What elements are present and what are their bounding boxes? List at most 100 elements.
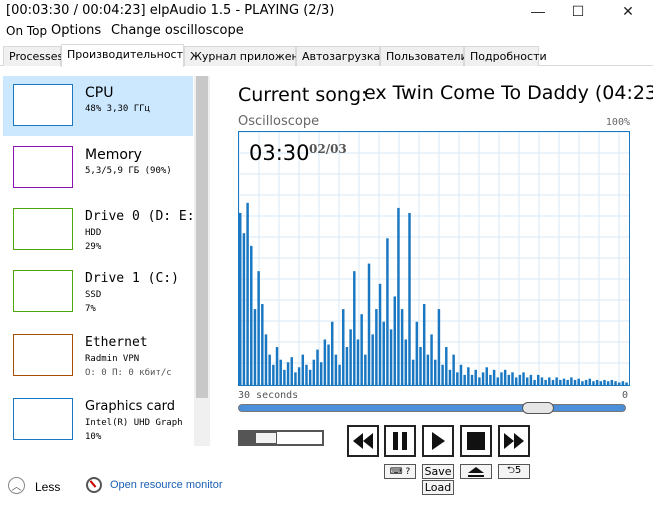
keyboard-icon: ⌨ ? <box>389 466 411 477</box>
seek-knob[interactable] <box>522 402 554 414</box>
spectrum-bar <box>522 372 525 385</box>
spectrum-bar <box>415 321 419 385</box>
title-bar: [00:03:30 / 00:04:23] elpAudio 1.5 - PLA… <box>0 0 653 22</box>
axis-left-label: 30 seconds <box>238 390 299 401</box>
spectrum-bar <box>426 354 430 385</box>
menu-bar: On Top Options Change oscilloscope <box>0 22 653 42</box>
spectrum-bar <box>253 309 257 385</box>
save-button[interactable]: Save <box>422 464 454 479</box>
spectrum-bar <box>294 372 297 385</box>
tab-performance[interactable]: Производительность <box>61 44 190 67</box>
spectrum-bar <box>305 364 308 385</box>
close-button[interactable]: ✕ <box>605 0 651 22</box>
spectrum-bar <box>411 359 415 385</box>
spectrum-bar <box>548 377 551 385</box>
spectrum-bar <box>525 377 529 385</box>
seek-bar[interactable] <box>238 402 626 414</box>
load-button[interactable]: Load <box>422 480 454 495</box>
sidebar-item-label: Ethernet <box>85 335 148 350</box>
menu-on-top[interactable]: On Top <box>6 24 47 38</box>
sidebar-item-value: 29% <box>85 242 102 252</box>
repeat-button[interactable]: ⮌5 <box>498 464 530 479</box>
spectrum-bar <box>492 369 496 385</box>
spectrum-bar <box>371 334 374 385</box>
spectrum-bar <box>577 378 580 385</box>
open-resource-monitor-link[interactable]: Open resource monitor <box>110 479 223 491</box>
menu-change-oscilloscope[interactable]: Change oscilloscope <box>111 23 244 38</box>
spectrum-bar <box>349 329 352 385</box>
spectrum-bar <box>474 369 477 385</box>
spectrum-bar <box>367 263 371 385</box>
spectrum-bar <box>246 202 249 385</box>
volume-slider[interactable] <box>238 430 324 446</box>
performance-sidebar: CPU 48% 3,30 ГГц Memory 5,3/5,9 ГБ (90%)… <box>3 76 213 446</box>
sidebar-item-cpu[interactable]: CPU 48% 3,30 ГГц <box>3 76 193 136</box>
pause-icon <box>393 432 407 450</box>
spectrum-bar <box>599 381 603 385</box>
spectrum-graph <box>239 132 629 385</box>
stop-button[interactable] <box>460 425 492 457</box>
spectrum-bar <box>261 304 264 385</box>
spectrum-bar <box>389 329 393 385</box>
spectrum-bar <box>592 381 595 385</box>
gpu-graph-thumbnail <box>13 398 73 440</box>
spectrum-bar <box>264 334 268 385</box>
sidebar-item-detail: SSD <box>85 290 102 300</box>
sidebar-item-graphics-card[interactable]: Graphics card Intel(R) UHD Graph 10% <box>3 390 193 446</box>
spectrum-bar <box>540 377 544 385</box>
spectrum-bar <box>514 377 518 385</box>
sidebar-scrollbar[interactable] <box>194 76 210 446</box>
current-song-label: Current song: <box>238 84 368 106</box>
spectrum-bar <box>507 374 511 385</box>
sidebar-item-detail: Radmin VPN <box>85 354 140 364</box>
sidebar-item-value: О: 0 П: 0 кбит/с <box>85 368 172 378</box>
fast-forward-button[interactable] <box>498 425 530 457</box>
spectrum-bar <box>297 367 301 385</box>
sidebar-item-ethernet[interactable]: Ethernet Radmin VPN О: 0 П: 0 кбит/с <box>3 326 193 386</box>
spectrum-bar <box>452 354 455 385</box>
sidebar-item-label: Drive 0 (D: E:) <box>85 209 203 224</box>
spectrum-bar <box>614 381 617 385</box>
sidebar-item-value: 7% <box>85 304 96 314</box>
spectrum-bar <box>345 347 349 385</box>
keyboard-help-button[interactable]: ⌨ ? <box>384 464 416 479</box>
maximize-button[interactable]: ☐ <box>555 0 601 22</box>
drive-0-graph-thumbnail <box>13 208 73 250</box>
scrollbar-thumb[interactable] <box>196 76 208 398</box>
chevron-up-icon[interactable]: ︿ <box>8 477 25 494</box>
eject-button[interactable] <box>460 464 492 479</box>
spectrum-bar <box>356 339 360 385</box>
pause-button[interactable] <box>384 425 416 457</box>
spectrum-bar <box>400 309 404 385</box>
stop-icon <box>467 432 485 450</box>
volume-knob[interactable] <box>255 432 277 444</box>
sidebar-item-detail: 5,3/5,9 ГБ (90%) <box>85 166 172 176</box>
spectrum-bar <box>375 309 378 385</box>
spectrum-bar <box>275 347 279 385</box>
spectrum-bar <box>570 377 573 385</box>
spectrum-bar <box>448 369 452 385</box>
tab-processes[interactable]: Processes <box>3 46 63 66</box>
spectrum-bar <box>312 359 316 385</box>
menu-options[interactable]: Options <box>51 23 101 38</box>
sidebar-item-label: Graphics card <box>85 399 176 414</box>
rewind-button[interactable] <box>347 425 379 457</box>
tab-details[interactable]: Подробности <box>464 46 547 66</box>
sidebar-item-drive-1[interactable]: Drive 1 (C:) SSD 7% <box>3 262 193 322</box>
spectrum-bar <box>584 379 588 385</box>
tab-startup[interactable]: Автозагрузка <box>296 46 380 66</box>
tab-app-history[interactable]: Журнал приложений <box>184 46 313 66</box>
sidebar-item-label: Memory <box>85 147 142 163</box>
spectrum-bar <box>459 364 463 385</box>
tab-users[interactable]: Пользователи <box>380 46 468 66</box>
spectrum-bar <box>290 357 293 385</box>
sidebar-item-memory[interactable]: Memory 5,3/5,9 ГБ (90%) <box>3 138 193 198</box>
spectrum-bar <box>242 233 246 385</box>
song-title: ex Twin Come To Daddy (04:23) <box>364 82 653 104</box>
spectrum-bar <box>430 334 433 385</box>
play-button[interactable] <box>422 425 454 457</box>
spectrum-bar <box>566 379 569 385</box>
sidebar-item-drive-0[interactable]: Drive 0 (D: E:) HDD 29% <box>3 200 202 260</box>
spectrum-bar <box>334 354 338 385</box>
less-details-link[interactable]: Less <box>35 480 60 494</box>
